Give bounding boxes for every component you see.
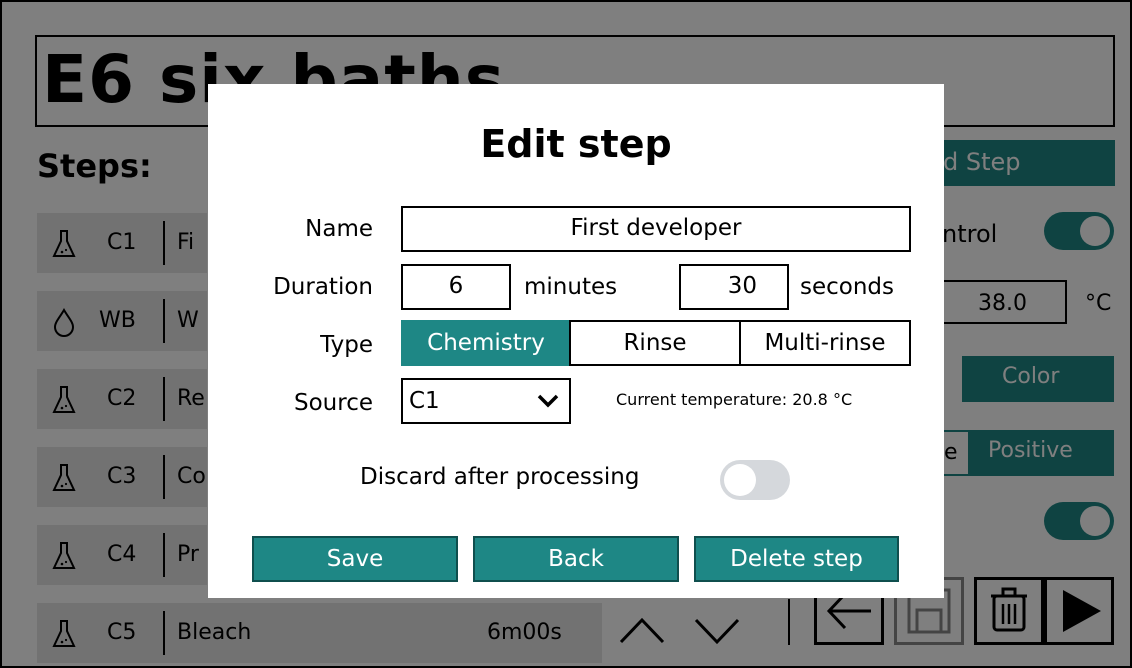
toggle-knob [724, 464, 756, 496]
save-button[interactable]: Save [252, 536, 458, 582]
type-label: Type [320, 332, 373, 358]
back-button[interactable]: Back [473, 536, 679, 582]
seconds-label: seconds [800, 274, 895, 300]
name-input[interactable]: First developer [401, 206, 911, 252]
app-frame: E6 six baths Steps: C1 Fi WB W C2 Re C3 … [0, 0, 1132, 668]
dialog-title: Edit step [480, 122, 672, 166]
current-temperature: Current temperature: 20.8 °C [616, 390, 853, 409]
seconds-input[interactable]: 30 [679, 264, 789, 310]
minutes-input[interactable]: 6 [401, 264, 511, 310]
source-select[interactable]: C1 [401, 378, 571, 424]
type-chemistry[interactable]: Chemistry [401, 320, 571, 366]
source-value: C1 [409, 388, 440, 414]
type-rinse[interactable]: Rinse [569, 320, 741, 366]
source-label: Source [294, 390, 373, 416]
type-multi-rinse[interactable]: Multi-rinse [739, 320, 911, 366]
edit-step-dialog: Edit step Name First developer Duration … [208, 84, 944, 598]
duration-label: Duration [273, 274, 373, 300]
delete-step-button[interactable]: Delete step [694, 536, 899, 582]
name-label: Name [305, 216, 373, 242]
minutes-label: minutes [524, 274, 618, 300]
discard-toggle[interactable] [720, 460, 790, 500]
chevron-down-icon [537, 394, 559, 408]
discard-label: Discard after processing [360, 464, 640, 490]
